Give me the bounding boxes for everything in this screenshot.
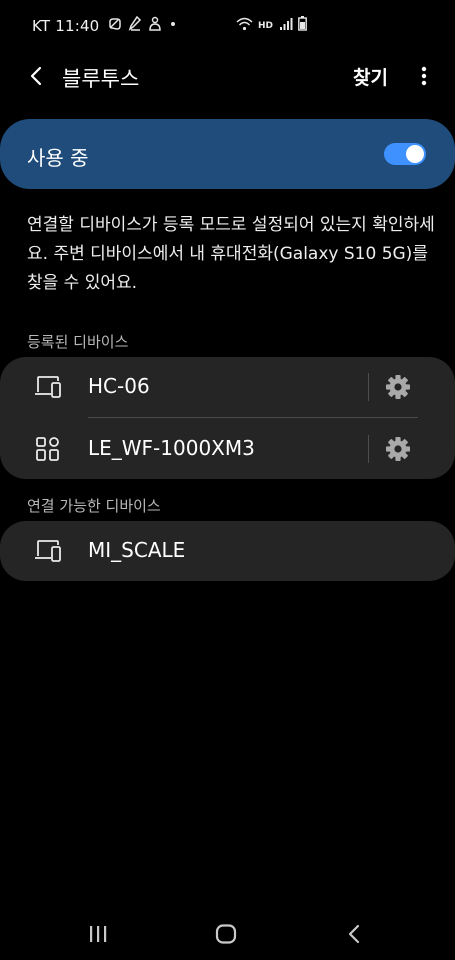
device-name: HC-06 — [88, 374, 150, 398]
back-nav-icon — [348, 924, 360, 944]
hd-voice-icon: HD — [258, 21, 273, 31]
recents-button[interactable] — [84, 920, 112, 948]
navigation-bar — [0, 900, 455, 960]
phone-device-icon — [35, 376, 61, 398]
device-name: MI_SCALE — [88, 538, 186, 562]
home-button[interactable] — [212, 920, 240, 948]
page-title: 블루투스 — [62, 67, 140, 91]
bluetooth-master-switch[interactable]: 사용 중 — [0, 119, 455, 189]
back-button[interactable] — [22, 62, 50, 90]
gear-icon[interactable] — [385, 436, 411, 462]
signal-icon — [280, 17, 293, 30]
device-row-mi-scale[interactable]: MI_SCALE — [0, 521, 455, 581]
generic-device-icon — [36, 437, 59, 461]
more-vert-icon — [421, 66, 427, 86]
bluetooth-description: 연결할 디바이스가 등록 모드로 설정되어 있는지 확인하세요. 주변 디바이스… — [27, 215, 435, 293]
dot-icon — [171, 21, 175, 26]
device-name: LE_WF-1000XM3 — [88, 436, 255, 460]
gear-icon[interactable] — [385, 374, 411, 400]
recents-icon — [90, 926, 107, 942]
paired-devices-header: 등록된 디바이스 — [27, 333, 129, 351]
device-row-hc-06[interactable]: HC-06 — [0, 357, 455, 418]
paired-devices-card: HC-06 LE_WF-1000XM3 — [0, 357, 455, 479]
divider — [368, 435, 369, 463]
bluetooth-toggle[interactable] — [384, 143, 426, 165]
home-icon — [215, 924, 237, 944]
available-devices-header: 연결 가능한 디바이스 — [27, 497, 161, 515]
battery-icon — [298, 16, 307, 31]
chat-bubble-icon — [109, 17, 121, 30]
divider — [368, 373, 369, 401]
svg-text:HD: HD — [258, 21, 273, 31]
scan-button[interactable]: 찾기 — [353, 63, 388, 90]
available-devices-card: MI_SCALE — [0, 521, 455, 581]
app-bar: 블루투스 찾기 — [0, 54, 455, 98]
chevron-left-icon — [30, 66, 42, 86]
status-time: KT 11:40 — [32, 17, 100, 35]
row-divider — [88, 417, 418, 418]
device-row-le-wf-1000xm3[interactable]: LE_WF-1000XM3 — [0, 419, 455, 479]
notification-icons — [108, 16, 178, 31]
back-nav-button[interactable] — [340, 920, 368, 948]
more-options-button[interactable] — [417, 64, 431, 88]
master-switch-label: 사용 중 — [27, 146, 89, 170]
phone-device-icon — [35, 540, 61, 562]
system-icons: HD — [236, 16, 307, 31]
status-bar: KT 11:40 HD — [0, 0, 455, 54]
bixby-icon — [149, 16, 161, 31]
wifi-icon — [236, 17, 253, 30]
wrench-icon — [128, 16, 142, 31]
toggle-knob — [406, 145, 424, 163]
